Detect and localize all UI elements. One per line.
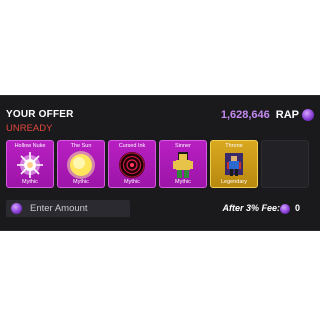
item-slot-empty[interactable]: [261, 140, 309, 188]
item-name: The Sun: [70, 143, 92, 149]
hollow-nuke-icon: [17, 152, 43, 178]
gem-icon: [11, 203, 22, 214]
item-name: Cursed Ink: [118, 143, 146, 149]
item-rarity: Mythic: [22, 179, 38, 185]
gem-icon: [280, 204, 290, 214]
trade-offer-panel: YOUR OFFER UNREADY 1,628,646 RAP Hollow …: [0, 95, 320, 231]
gem-icon: [302, 109, 314, 121]
item-rarity: Legendary: [221, 179, 247, 185]
item-rarity: Mythic: [175, 179, 191, 185]
throne-avatar-icon: [225, 153, 243, 176]
fee-value: 0: [294, 203, 300, 213]
sun-icon: [67, 151, 95, 179]
item-name: Hollow Nuke: [14, 143, 46, 149]
item-rarity: Mythic: [73, 179, 89, 185]
fee-label: After 3% Fee:: [222, 203, 280, 213]
item-slot-cursed-ink[interactable]: Cursed Ink Mythic: [108, 140, 156, 188]
item-rarity: Mythic: [124, 179, 140, 185]
rap-label: RAP: [275, 109, 299, 121]
item-slot-sinner[interactable]: Sinner Mythic: [159, 140, 207, 188]
sinner-avatar-icon: [173, 152, 193, 178]
ready-status: UNREADY: [6, 123, 53, 134]
item-slot-throne[interactable]: Throne Legendary: [210, 140, 258, 188]
offer-slots: Hollow Nuke Mythic The Sun Mythic Cursed…: [6, 140, 314, 190]
item-name: Sinner: [175, 143, 191, 149]
rap-total: 1,628,646 RAP: [221, 109, 314, 121]
cursed-ink-icon: [119, 152, 145, 178]
amount-placeholder: Enter Amount: [30, 203, 88, 214]
item-slot-hollow-nuke[interactable]: Hollow Nuke Mythic: [6, 140, 54, 188]
item-slot-the-sun[interactable]: The Sun Mythic: [57, 140, 105, 188]
amount-input[interactable]: Enter Amount: [6, 200, 130, 217]
offer-title: YOUR OFFER: [6, 109, 74, 120]
item-name: Throne: [225, 143, 243, 149]
rap-value: 1,628,646: [220, 109, 270, 121]
